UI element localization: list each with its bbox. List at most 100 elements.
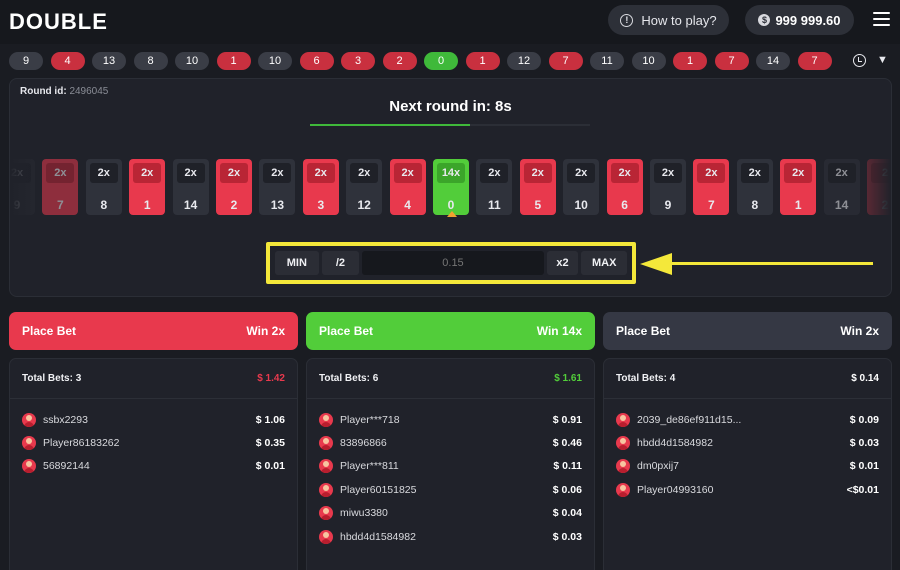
reel-tile: 2x 7 xyxy=(693,159,730,215)
countdown-progress-fill xyxy=(310,124,470,126)
top-bar: DOUBLE ! How to play? $ 999 999.60 xyxy=(0,0,900,44)
avatar-icon xyxy=(616,412,630,427)
balance-display[interactable]: $ 999 999.60 xyxy=(745,5,854,35)
next-round-timer: Next round in: 8s xyxy=(389,98,512,115)
bet-player: 83896866 xyxy=(319,436,387,451)
reel-tile: 14x 0 xyxy=(433,159,469,215)
reel-tile-multiplier: 2x xyxy=(263,163,292,183)
bet-player: hbdd4d1584982 xyxy=(616,436,713,451)
bet-player-name: 56892144 xyxy=(43,460,90,473)
countdown-progress xyxy=(310,124,590,126)
bet-amount: $ 0.35 xyxy=(255,437,285,450)
avatar-icon xyxy=(616,436,630,451)
bet-column-dark: Place Bet Win 2x Total Bets: 4 $ 0.14 20… xyxy=(603,312,892,570)
reel-tile-number: 4 xyxy=(404,198,411,212)
reel-tile-number: 11 xyxy=(488,198,501,212)
history-result-chip: 11 xyxy=(590,52,624,70)
reel-tile-number: 6 xyxy=(621,198,628,212)
reel-tile-multiplier: 2x xyxy=(306,163,335,183)
reel-tile-multiplier: 2x xyxy=(567,163,596,183)
half-bet-button[interactable]: /2 xyxy=(321,251,360,275)
bet-row: dm0pxij7 $ 0.01 xyxy=(604,455,891,478)
total-bets-amount: $ 1.42 xyxy=(257,373,285,384)
bet-row: 2039_de86ef911d15... $ 0.09 xyxy=(604,408,891,431)
history-result-chip: 8 xyxy=(133,52,168,70)
win-multiplier-label: Win 14x xyxy=(536,324,582,338)
place-bet-dark-button[interactable]: Place Bet Win 2x xyxy=(603,312,892,350)
place-bet-red-button[interactable]: Place Bet Win 2x xyxy=(9,312,298,350)
place-bet-green-button[interactable]: Place Bet Win 14x xyxy=(306,312,595,350)
round-id: Round id: 2496045 xyxy=(20,86,108,97)
bet-player-name: hbdd4d1584982 xyxy=(637,437,713,450)
reel-tile-number: 7 xyxy=(708,198,715,212)
history-result-chip: 7 xyxy=(548,52,583,70)
bet-player-name: Player***718 xyxy=(340,413,400,426)
reel-tile-number: 2 xyxy=(230,198,238,212)
bet-player: ssbx2293 xyxy=(22,412,88,427)
place-bet-label: Place Bet xyxy=(616,324,671,338)
avatar-icon xyxy=(22,459,36,474)
history-result-chip: 3 xyxy=(341,52,375,70)
bet-amount: $ 0.03 xyxy=(552,530,582,543)
reel-tile-number: 7 xyxy=(57,198,64,212)
bets-panel-green: Total Bets: 6 $ 1.61 Player***718 $ 0.91 8… xyxy=(306,358,595,570)
hamburger-menu-icon[interactable] xyxy=(873,12,890,26)
reel-fade-left xyxy=(10,159,40,217)
bet-row: 56892144 $ 0.01 xyxy=(10,455,297,478)
annotation-arrow-icon xyxy=(640,253,672,275)
round-id-label: Round id: xyxy=(20,86,67,97)
chevron-down-icon[interactable]: ▼ xyxy=(877,54,888,66)
bet-player-name: 2039_de86ef911d15... xyxy=(637,413,742,426)
double-bet-button[interactable]: x2 xyxy=(546,251,579,275)
reel-fade-right xyxy=(861,159,891,217)
reel-tile-number: 8 xyxy=(751,198,759,212)
bet-row: hbdd4d1584982 $ 0.03 xyxy=(307,525,594,548)
reel-tile-multiplier: 2x xyxy=(176,163,205,183)
history-result-chip: 10 xyxy=(175,52,209,70)
reel-tile-number: 9 xyxy=(664,198,672,212)
reel-tile-multiplier: 2x xyxy=(740,163,769,183)
reel-tile: 2x 14 xyxy=(172,159,209,215)
bet-player: Player60151825 xyxy=(319,482,416,497)
bet-amount: $ 0.11 xyxy=(553,460,582,473)
how-to-play-label: How to play? xyxy=(641,12,717,28)
max-bet-button[interactable]: MAX xyxy=(581,251,627,275)
reel-tile: 2x 8 xyxy=(85,159,122,215)
bet-player: Player***718 xyxy=(319,412,400,427)
bet-player: 56892144 xyxy=(22,459,90,474)
avatar-icon xyxy=(319,412,333,427)
bet-row: Player***811 $ 0.11 xyxy=(307,455,594,478)
avatar-icon xyxy=(22,412,36,427)
round-id-value: 2496045 xyxy=(69,86,109,97)
history-result-chip: 7 xyxy=(714,52,749,70)
history-clock-icon[interactable] xyxy=(853,54,866,67)
how-to-play-button[interactable]: ! How to play? xyxy=(608,5,729,35)
bet-column-green: Place Bet Win 14x Total Bets: 6 $ 1.61 P… xyxy=(306,312,595,570)
reel-tile: 2x 1 xyxy=(780,159,817,215)
info-icon: ! xyxy=(620,13,634,27)
min-bet-button[interactable]: MIN xyxy=(275,251,319,275)
bet-player: Player86183262 xyxy=(22,436,120,451)
reel-tile-multiplier: 2x xyxy=(697,163,726,183)
bet-player: 2039_de86ef911d15... xyxy=(616,412,742,427)
history-result-chip: 1 xyxy=(465,52,500,70)
reel-tile-multiplier: 2x xyxy=(220,163,248,183)
history-result-chip: 9 xyxy=(9,52,43,70)
bet-player-name: Player***811 xyxy=(340,460,399,473)
bet-row: hbdd4d1584982 $ 0.03 xyxy=(604,431,891,454)
bet-player-name: Player86183262 xyxy=(43,437,120,450)
bet-amount-input[interactable] xyxy=(362,251,544,275)
results-history: 9 4 13 8 10 1 10 6 3 2 0 1 12 7 11 10 1 7 14 7 xyxy=(9,52,837,70)
reel-tile-multiplier: 2x xyxy=(480,163,509,183)
bets-list: Player***718 $ 0.91 83896866 $ 0.46 Player**… xyxy=(307,399,594,548)
reel-tile: 2x 1 xyxy=(129,159,166,215)
reel-tile: 2x 7 xyxy=(42,159,79,215)
reel-tile-number: 8 xyxy=(100,198,108,212)
reel-tile: 2x 11 xyxy=(476,159,513,215)
reel-tile: 2x 10 xyxy=(563,159,600,215)
bet-player: Player04993160 xyxy=(616,482,713,497)
reel-tile-multiplier: 2x xyxy=(133,163,162,183)
reel-tile-multiplier: 2x xyxy=(784,163,813,183)
total-bets-amount: $ 0.14 xyxy=(851,373,879,384)
bet-player-name: dm0pxij7 xyxy=(637,460,680,473)
